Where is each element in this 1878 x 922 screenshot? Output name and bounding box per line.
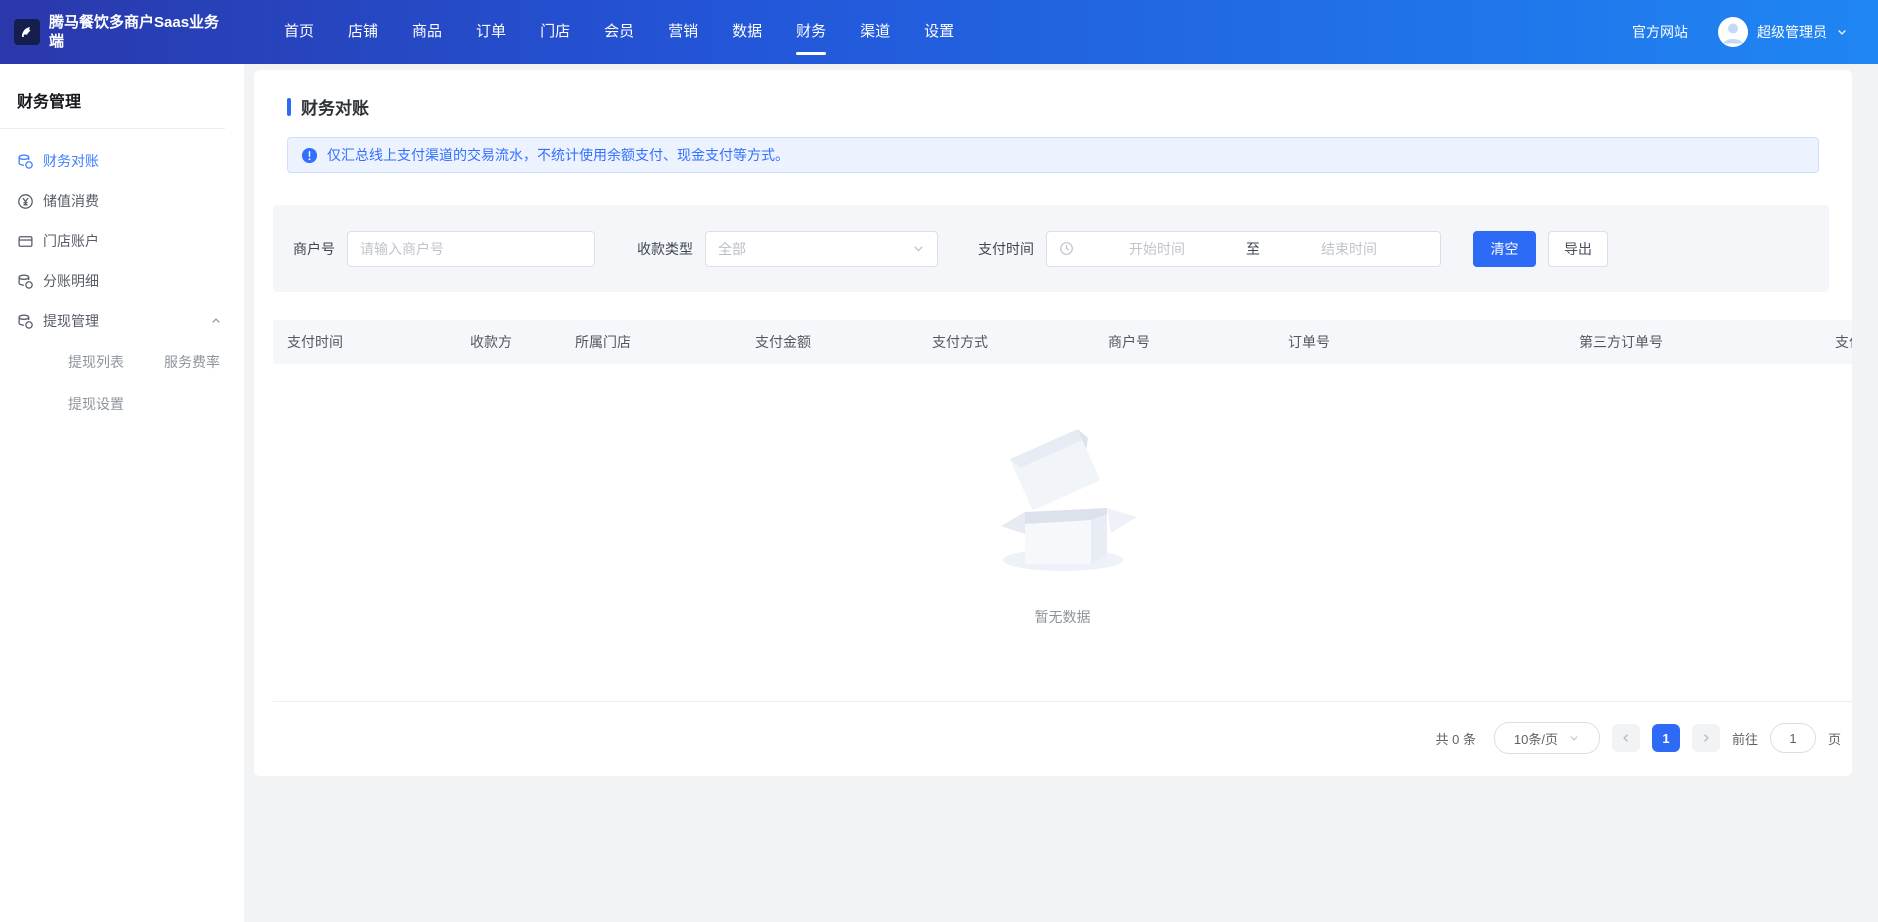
table-header-row: 支付时间 收款方 所属门店 支付金额 支付方式 商户号 订单号 第三方订单号 支… [273,320,1852,364]
merchant-id-input[interactable] [347,231,595,267]
pay-time-range-picker[interactable]: 至 [1046,231,1441,267]
top-navigation: 首页 店铺 商品 订单 门店 会员 营销 数据 财务 渠道 设置 [284,0,954,64]
chevron-down-icon [1568,732,1580,744]
pay-time-label: 支付时间 [978,239,1034,259]
sidebar-item-label: 财务对账 [43,151,99,171]
prev-page-button[interactable] [1612,724,1640,752]
logo-block: 腾马餐饮多商户Saas业务端 [0,13,244,52]
chevron-down-icon [912,242,925,255]
nav-marketing[interactable]: 营销 [668,0,698,64]
chevron-up-icon[interactable] [210,315,222,327]
col-pay-clipped: 支付 [1835,320,1852,364]
empty-state: 暂无数据 [983,420,1143,627]
topbar-right: 官方网站 超级管理员 [1632,17,1878,47]
sidebar-item-label: 提现管理 [43,311,99,331]
nav-goods[interactable]: 商品 [412,0,442,64]
stored-value-icon [17,193,34,210]
sidebar-item-finance-reconciliation[interactable]: 财务对账 [0,141,244,181]
col-payee: 收款方 [470,320,512,364]
sidebar-subitem-withdraw-list[interactable]: 提现列表 [68,341,124,383]
empty-box-illustration [983,420,1143,580]
nav-data[interactable]: 数据 [732,0,762,64]
topbar: 腾马餐饮多商户Saas业务端 首页 店铺 商品 订单 门店 会员 营销 数据 财… [0,0,1878,64]
user-name: 超级管理员 [1757,22,1827,42]
empty-text: 暂无数据 [983,607,1143,627]
current-page-button[interactable]: 1 [1652,724,1680,752]
next-page-button[interactable] [1692,724,1720,752]
logo-icon [14,19,40,45]
chevron-left-icon [1620,732,1632,744]
col-store: 所属门店 [575,320,631,364]
content-card: 财务对账 仅汇总线上支付渠道的交易流水，不统计使用余额支付、现金支付等方式。 商… [254,70,1852,776]
pagination: 共 0 条 10条/页 1 前往 页 [287,702,1841,774]
page-title-row: 财务对账 [287,94,1819,119]
total-count: 共 0 条 [1436,729,1476,748]
page-unit-label: 页 [1828,729,1841,748]
filter-bar: 商户号 收款类型 全部 支付时间 至 [273,205,1829,292]
goto-label: 前往 [1732,729,1758,748]
withdraw-submenu: 提现列表 服务费率 提现设置 [0,341,244,425]
sidebar-item-withdraw-management[interactable]: 提现管理 [0,301,244,341]
store-account-icon [17,233,34,250]
user-menu[interactable]: 超级管理员 [1718,17,1848,47]
ledger-icon [17,153,34,170]
clear-button[interactable]: 清空 [1473,231,1536,267]
sidebar-title: 财务管理 [0,64,244,128]
sidebar-subitem-withdraw-settings[interactable]: 提现设置 [68,383,124,425]
sidebar-item-store-account[interactable]: 门店账户 [0,221,244,261]
sidebar-menu: 财务对账 储值消费 门店账户 分账明细 [0,141,244,425]
main-area: 财务对账 仅汇总线上支付渠道的交易流水，不统计使用余额支付、现金支付等方式。 商… [244,64,1878,922]
alert-text: 仅汇总线上支付渠道的交易流水，不统计使用余额支付、现金支付等方式。 [327,145,789,165]
sidebar-item-stored-value[interactable]: 储值消费 [0,181,244,221]
col-merchant-id: 商户号 [1108,320,1150,364]
chevron-right-icon [1700,732,1712,744]
end-time-input[interactable] [1270,241,1428,257]
nav-home[interactable]: 首页 [284,0,314,64]
nav-orders[interactable]: 订单 [476,0,506,64]
page-size-select[interactable]: 10条/页 [1494,722,1600,754]
sidebar-item-label: 分账明细 [43,271,99,291]
col-pay-time: 支付时间 [287,320,343,364]
col-pay-method: 支付方式 [932,320,988,364]
page-size-value: 10条/页 [1514,729,1558,748]
payee-type-label: 收款类型 [637,239,693,259]
sidebar-item-label: 储值消费 [43,191,99,211]
export-button[interactable]: 导出 [1548,231,1608,267]
sidebar-divider [0,128,225,129]
chevron-down-icon [1836,26,1848,38]
clock-icon [1059,241,1074,256]
merchant-id-label: 商户号 [293,239,335,259]
page-title: 财务对账 [301,94,369,119]
app-root: 腾马餐饮多商户Saas业务端 首页 店铺 商品 订单 门店 会员 营销 数据 财… [0,0,1878,922]
app-title: 腾马餐饮多商户Saas业务端 [49,13,225,52]
empty-table-body: 暂无数据 [273,364,1852,702]
nav-channels[interactable]: 渠道 [860,0,890,64]
sidebar-subitem-service-rate[interactable]: 服务费率 [164,341,220,383]
sidebar-item-label: 门店账户 [43,231,99,251]
col-order-no: 订单号 [1288,320,1330,364]
start-time-input[interactable] [1078,241,1236,257]
nav-settings[interactable]: 设置 [924,0,954,64]
nav-shop[interactable]: 店铺 [348,0,378,64]
sidebar-item-split-detail[interactable]: 分账明细 [0,261,244,301]
info-alert: 仅汇总线上支付渠道的交易流水，不统计使用余额支付、现金支付等方式。 [287,137,1819,173]
sidebar: 财务管理 财务对账 储值消费 门店账户 [0,64,244,922]
range-separator: 至 [1240,239,1266,259]
payee-type-value: 全部 [718,239,746,259]
nav-finance[interactable]: 财务 [796,0,826,64]
col-thirdparty-order: 第三方订单号 [1579,320,1663,364]
official-site-link[interactable]: 官方网站 [1632,22,1688,42]
goto-page-input[interactable] [1770,723,1816,753]
info-icon [301,147,318,164]
split-ledger-icon [17,273,34,290]
payee-type-select[interactable]: 全部 [705,231,938,267]
nav-stores[interactable]: 门店 [540,0,570,64]
title-accent-bar [287,98,291,116]
withdraw-icon [17,313,34,330]
avatar [1718,17,1748,47]
nav-members[interactable]: 会员 [604,0,634,64]
col-pay-amount: 支付金额 [755,320,811,364]
